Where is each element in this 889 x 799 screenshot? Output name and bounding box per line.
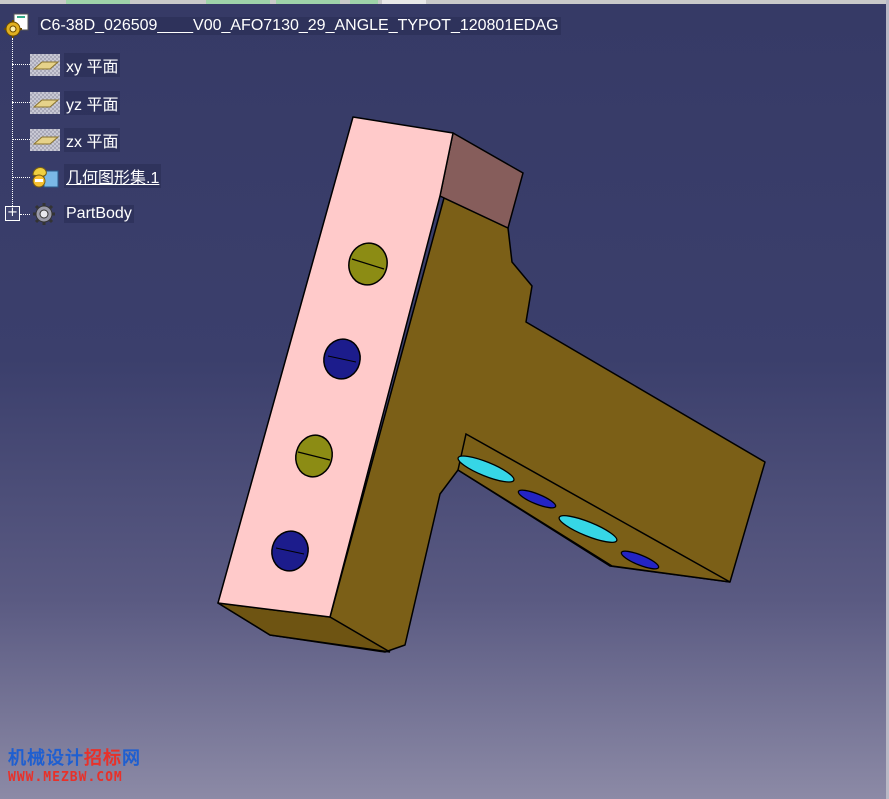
plane-icon — [30, 129, 60, 151]
part-body-gear-icon — [33, 203, 55, 225]
part-model[interactable] — [217, 116, 766, 653]
tree-item-partbody[interactable]: PartBody — [30, 202, 134, 226]
tree-item-label: 几何图形集.1 — [64, 164, 162, 188]
watermark: 机械设计招标网 WWW.MEZBW.COM — [8, 750, 141, 785]
tree-item-zx-plane[interactable]: zx 平面 — [30, 128, 121, 152]
geometrical-set-icon — [32, 167, 59, 188]
watermark-part: 招标 — [84, 748, 122, 769]
tree-item-label: PartBody — [64, 205, 134, 223]
plane-icon — [30, 92, 60, 114]
tree-connector — [12, 139, 30, 140]
tree-root[interactable]: C6-38D_026509____V00_AFO7130_29_ANGLE_TY… — [2, 13, 561, 38]
part-document-icon — [4, 13, 29, 38]
tree-connector — [12, 177, 30, 178]
3d-viewport[interactable] — [0, 0, 889, 799]
tree-item-label: xy 平面 — [64, 53, 121, 77]
tree-connector — [12, 102, 30, 103]
tree-root-label: C6-38D_026509____V00_AFO7130_29_ANGLE_TY… — [38, 17, 561, 35]
tree-item-xy-plane[interactable]: xy 平面 — [30, 53, 121, 77]
tree-connector — [20, 214, 30, 215]
tree-item-geometrical-set[interactable]: 几何图形集.1 — [30, 164, 162, 188]
tree-item-label: zx 平面 — [64, 128, 121, 152]
watermark-url: WWW.MEZBW.COM — [8, 770, 123, 785]
plane-icon — [30, 54, 60, 76]
tree-item-label: yz 平面 — [64, 91, 121, 115]
watermark-title: 机械设计招标网 — [8, 750, 141, 768]
expand-plus-icon[interactable]: + — [5, 206, 20, 221]
watermark-part: 网 — [122, 748, 141, 769]
tree-connector — [12, 64, 30, 65]
watermark-part: 机械设计 — [8, 748, 84, 769]
tree-item-yz-plane[interactable]: yz 平面 — [30, 91, 121, 115]
